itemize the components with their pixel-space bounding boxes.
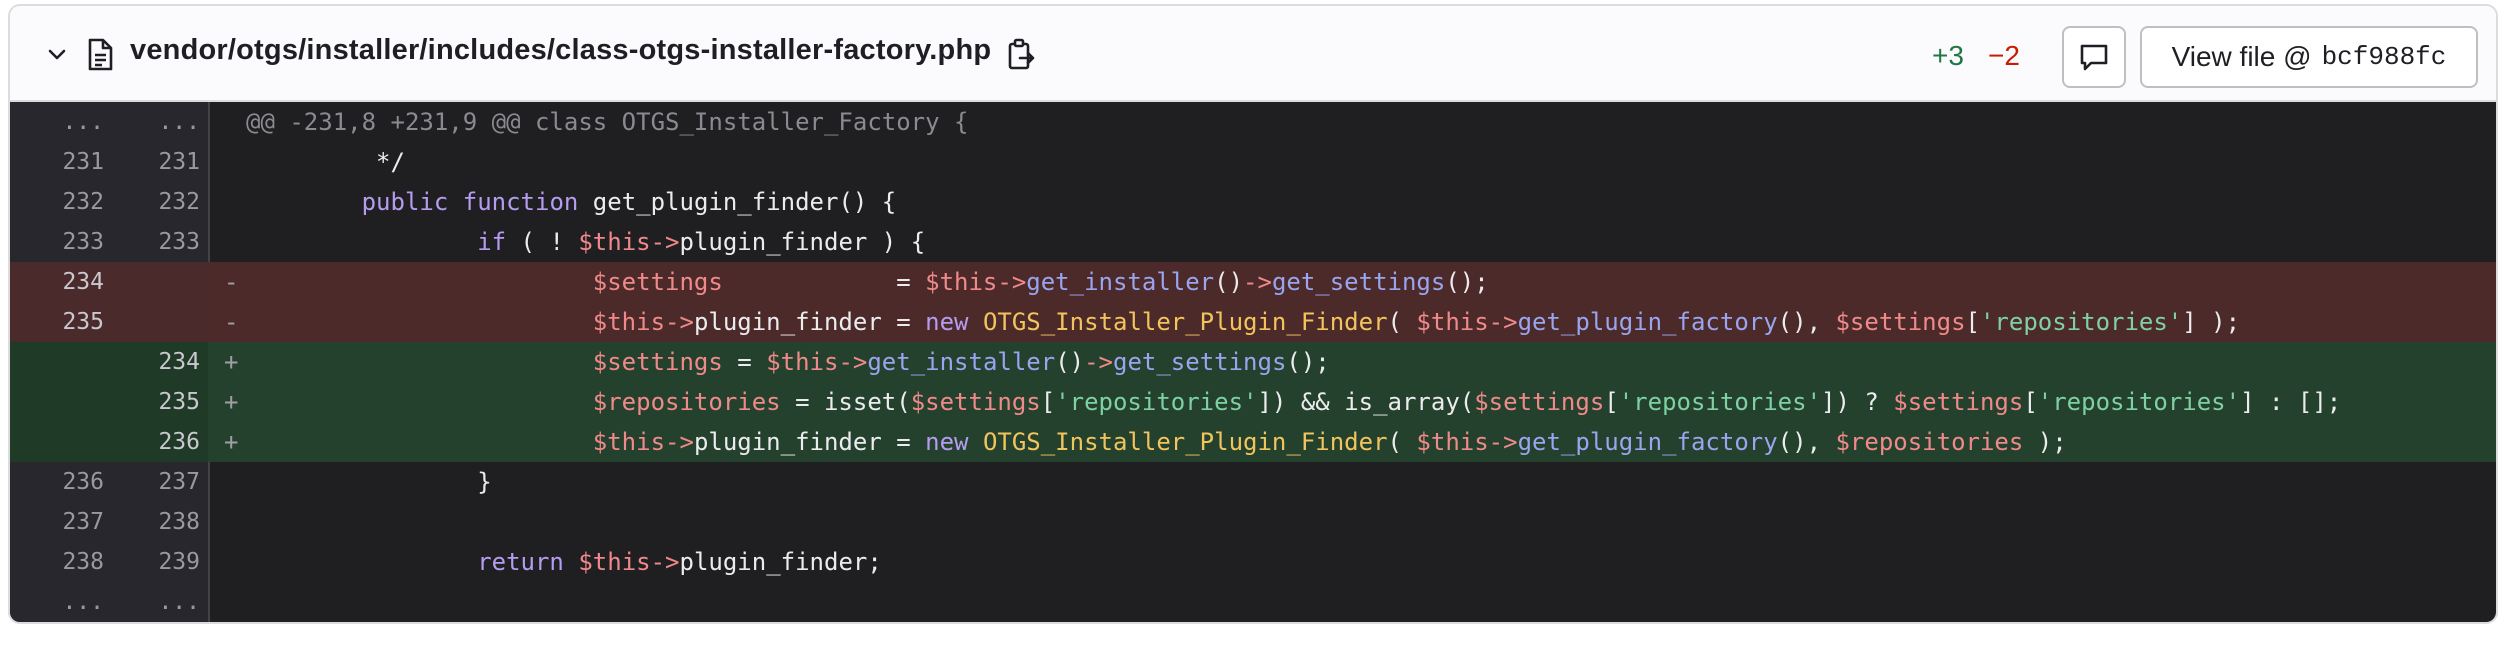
- diff-file-header: vendor/otgs/installer/includes/class-otg…: [10, 6, 2496, 102]
- code-text: }: [246, 468, 492, 496]
- view-file-label: View file @: [2171, 41, 2312, 72]
- diff-file-card: vendor/otgs/installer/includes/class-otg…: [8, 4, 2498, 624]
- copy-path-icon[interactable]: [1006, 38, 1036, 72]
- new-line-number[interactable]: [106, 262, 200, 302]
- expand-row[interactable]: ......: [10, 582, 2496, 622]
- diff-line-row: 235 - $this->plugin_finder = new OTGS_Ins…: [10, 302, 2496, 342]
- deletions-count: −2: [1988, 40, 2020, 71]
- diff-line-row: 238 239 return $this->plugin_finder;: [10, 542, 2496, 582]
- diff-line-row: 236 + $this->plugin_finder = new OTGS_Ins…: [10, 422, 2496, 462]
- comment-icon: [2080, 44, 2108, 71]
- code-text: return $this->plugin_finder;: [477, 548, 882, 576]
- comment-button[interactable]: [2062, 26, 2126, 88]
- deletion-marker: -: [224, 268, 239, 296]
- old-line-number[interactable]: 235: [10, 302, 104, 342]
- commit-sha: bcf988fc: [2321, 42, 2447, 72]
- old-line-number[interactable]: 237: [10, 502, 104, 542]
- diff-viewer: ...... @@ -231,8 +231,9 @@ class OTGS_Ins…: [10, 102, 2496, 622]
- code-text: $settings = $this->get_installer()->get_…: [592, 348, 1330, 376]
- new-line-number[interactable]: [106, 302, 200, 342]
- diff-line-row: 234 + $settings = $this->get_installer()-…: [10, 342, 2496, 382]
- old-line-number[interactable]: 236: [10, 462, 104, 502]
- diff-line-row: 237 238: [10, 502, 2496, 542]
- new-line-number[interactable]: 239: [106, 542, 200, 582]
- new-line-number[interactable]: 234: [106, 342, 200, 382]
- hunk-header-row[interactable]: ...... @@ -231,8 +231,9 @@ class OTGS_Ins…: [10, 102, 2496, 142]
- code-text: $repositories = isset($settings['reposit…: [592, 388, 2342, 416]
- new-line-number[interactable]: 236: [106, 422, 200, 462]
- chevron-down-icon[interactable]: [46, 44, 68, 66]
- old-line-number[interactable]: ...: [10, 582, 104, 622]
- new-line-number[interactable]: 238: [106, 502, 200, 542]
- old-line-number[interactable]: 233: [10, 222, 104, 262]
- deletion-marker: -: [224, 308, 239, 336]
- view-file-button[interactable]: View file @ bcf988fc: [2140, 26, 2478, 88]
- new-line-number[interactable]: 231: [106, 142, 200, 182]
- addition-marker: +: [224, 388, 239, 416]
- old-line-number[interactable]: 234: [10, 262, 104, 302]
- diff-line-row: 235 + $repositories = isset($settings['re…: [10, 382, 2496, 422]
- file-icon: [88, 38, 113, 71]
- old-line-number[interactable]: [10, 342, 104, 382]
- file-path[interactable]: vendor/otgs/installer/includes/class-otg…: [130, 34, 991, 67]
- additions-count: +3: [1932, 40, 1964, 71]
- addition-marker: +: [224, 428, 239, 456]
- old-line-number[interactable]: ...: [10, 102, 104, 142]
- diff-line-row: 231 231 */: [10, 142, 2496, 182]
- new-line-number[interactable]: 233: [106, 222, 200, 262]
- diff-line-row: 233 233 if ( ! $this->plugin_finder ) {: [10, 222, 2496, 262]
- new-line-number[interactable]: 235: [106, 382, 200, 422]
- old-line-number[interactable]: [10, 422, 104, 462]
- new-line-number[interactable]: ...: [106, 102, 200, 142]
- code-text: public function get_plugin_finder() {: [361, 188, 897, 216]
- diff-line-row: 232 232 public function get_plugin_finder…: [10, 182, 2496, 222]
- hunk-header-text: @@ -231,8 +231,9 @@ class OTGS_Installer…: [246, 108, 969, 136]
- old-line-number[interactable]: 232: [10, 182, 104, 222]
- code-text: $settings = $this->get_installer()->get_…: [592, 268, 1489, 296]
- old-line-number[interactable]: 231: [10, 142, 104, 182]
- old-line-number[interactable]: [10, 382, 104, 422]
- code-text: if ( ! $this->plugin_finder ) {: [477, 228, 926, 256]
- code-text: $this->plugin_finder = new OTGS_Installe…: [592, 428, 2067, 456]
- new-line-number[interactable]: 237: [106, 462, 200, 502]
- new-line-number[interactable]: 232: [106, 182, 200, 222]
- new-line-number[interactable]: ...: [106, 582, 200, 622]
- diff-line-row: 236 237 }: [10, 462, 2496, 502]
- old-line-number[interactable]: 238: [10, 542, 104, 582]
- code-text: */: [246, 148, 405, 176]
- diff-line-row: 234 - $settings = $this->get_installer()-…: [10, 262, 2496, 302]
- code-text: $this->plugin_finder = new OTGS_Installe…: [592, 308, 2241, 336]
- addition-marker: +: [224, 348, 239, 376]
